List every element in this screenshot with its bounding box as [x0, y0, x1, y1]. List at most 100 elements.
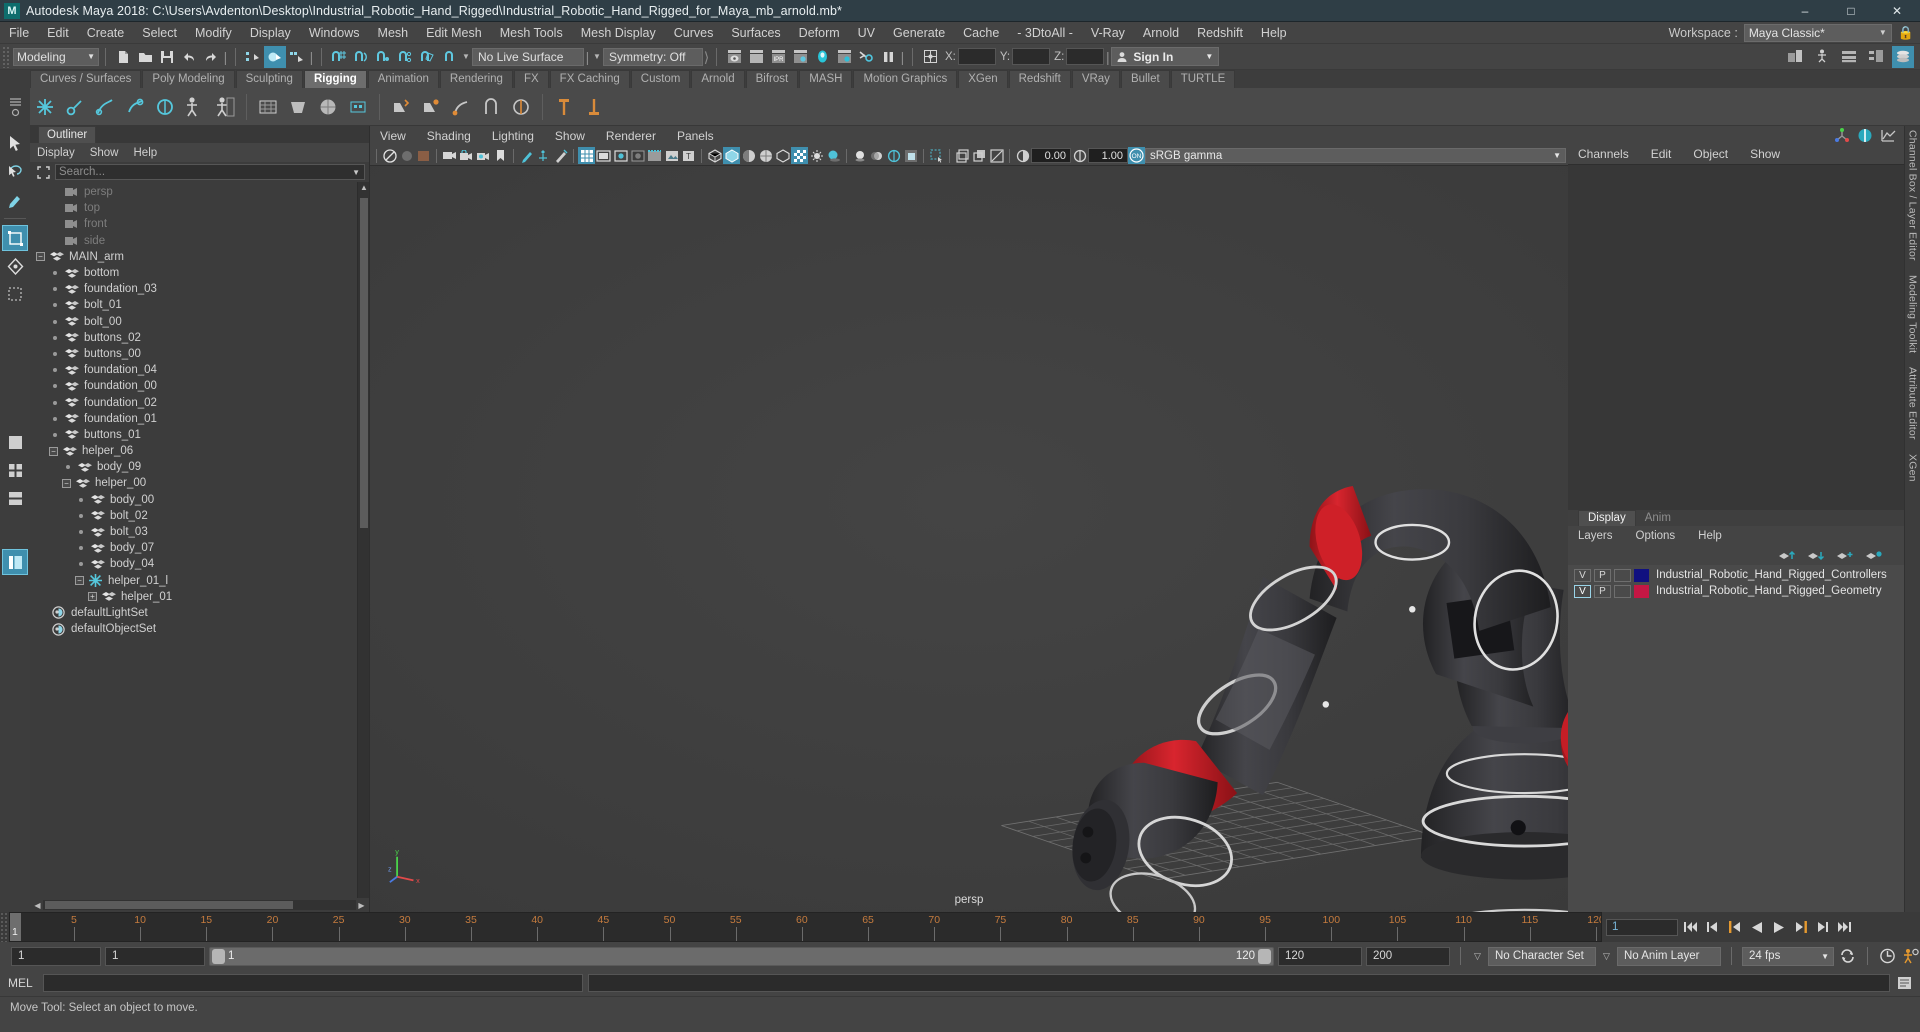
color-space-select[interactable]: sRGB gamma ▼ [1145, 148, 1566, 163]
mel-input-field[interactable] [43, 974, 583, 992]
shadows-icon[interactable] [825, 147, 842, 164]
outliner-item-bolt_01[interactable]: bolt_01 [30, 297, 357, 313]
mel-output-field[interactable] [588, 974, 1890, 992]
modeling-toolkit-panel-icon[interactable] [1784, 46, 1806, 68]
shelf-tab-fx[interactable]: FX [513, 70, 549, 88]
expand-toggle-icon[interactable]: + [88, 592, 97, 602]
menuset-select[interactable]: Modeling ▼ [13, 47, 99, 66]
live-surface-field[interactable]: No Live Surface [472, 47, 584, 66]
open-scene-icon[interactable] [134, 46, 156, 68]
film-gate-icon[interactable] [595, 147, 612, 164]
gamma-field[interactable]: 1.00 [1088, 148, 1128, 163]
play-forwards-icon[interactable] [1769, 918, 1788, 936]
menu-item-uv[interactable]: UV [849, 22, 884, 44]
outliner-horizontal-scrollbar[interactable] [43, 900, 356, 910]
display-layers-icon[interactable] [954, 147, 971, 164]
step-back-keyframe-icon[interactable] [1703, 918, 1722, 936]
channel-menu-show[interactable]: Show [1750, 147, 1780, 161]
coord-x-field[interactable] [957, 48, 996, 65]
menu-item-create[interactable]: Create [78, 22, 134, 44]
menu-item-mesh-display[interactable]: Mesh Display [572, 22, 665, 44]
viewport-menu-shading[interactable]: Shading [427, 129, 471, 143]
multi-sample-aa-icon[interactable] [885, 147, 902, 164]
collapse-toggle-icon[interactable]: − [36, 252, 45, 262]
outliner-tree[interactable]: persp top front side − MAIN_arm bottom foundati… [30, 182, 357, 898]
xray-icon[interactable] [774, 147, 791, 164]
resolution-gate-icon[interactable] [612, 147, 629, 164]
new-layer-from-selected-icon[interactable] [1865, 549, 1882, 562]
shelf-tab-bullet[interactable]: Bullet [1120, 70, 1170, 88]
ik-handle-tool-icon[interactable] [61, 92, 89, 122]
wireframe-shading-icon[interactable] [706, 147, 723, 164]
image-plane-icon[interactable] [415, 147, 432, 164]
add-influence-icon[interactable] [447, 92, 475, 122]
redo-icon[interactable] [200, 46, 222, 68]
vtab-xgen[interactable]: XGen [1907, 454, 1919, 482]
layout-outliner-persp-icon[interactable] [2, 549, 28, 575]
viewport-menu-view[interactable]: View [380, 129, 406, 143]
auto-keyframe-toggle-icon[interactable] [1878, 947, 1897, 965]
snap-to-curve-icon[interactable] [350, 46, 372, 68]
anim-layer-field[interactable]: No Anim Layer [1617, 946, 1721, 966]
shrink-wrap-icon[interactable] [507, 92, 535, 122]
outliner-item-top[interactable]: top [30, 200, 357, 216]
attribute-editor-panel-icon[interactable] [1838, 46, 1860, 68]
hypershade-icon[interactable] [811, 46, 833, 68]
shelf-tab-custom[interactable]: Custom [630, 70, 691, 88]
paint-select-tool-icon[interactable] [2, 186, 28, 212]
step-forward-frame-icon[interactable] [1791, 918, 1810, 936]
lock-camera-icon[interactable] [458, 147, 475, 164]
range-handle-left[interactable] [212, 948, 225, 964]
rotate-tool-icon[interactable] [2, 253, 28, 279]
hud-panel-icon[interactable] [1811, 46, 1833, 68]
shelf-tab-arnold[interactable]: Arnold [691, 70, 745, 88]
toggle-render-settings-icon[interactable] [855, 46, 877, 68]
menu-item-generate[interactable]: Generate [884, 22, 954, 44]
outliner-search-input[interactable]: Search... ▼ [55, 164, 365, 180]
exposure-icon[interactable] [1014, 147, 1031, 164]
select-camera-icon[interactable] [381, 147, 398, 164]
scroll-right-icon[interactable]: ▶ [356, 901, 367, 910]
timeline-track[interactable]: 5 10 15 20 25 30 35 40 45 50 55 60 65 70 75 80 85 90 95 100… [9, 912, 1602, 942]
menu-item-modify[interactable]: Modify [186, 22, 241, 44]
menu-item-arnold[interactable]: Arnold [1134, 22, 1188, 44]
texture-toggle-icon[interactable] [791, 147, 808, 164]
symmetry-field[interactable]: Symmetry: Off [603, 47, 703, 66]
layer-display-type-toggle[interactable] [1614, 584, 1631, 598]
ik-spline-handle-icon[interactable] [91, 92, 119, 122]
sculpt-deformer-icon[interactable] [314, 92, 342, 122]
step-back-frame-icon[interactable] [1725, 918, 1744, 936]
outliner-vertical-scrollbar[interactable]: ▲ [357, 182, 369, 898]
shelf-tab-redshift[interactable]: Redshift [1008, 70, 1071, 88]
keyframe-visibility-icon[interactable] [535, 147, 552, 164]
layer-color-swatch[interactable] [1634, 568, 1649, 582]
layout-four-pane-icon[interactable] [2, 457, 28, 483]
shade-options-icon[interactable] [740, 147, 757, 164]
menu-item-help[interactable]: Help [1252, 22, 1296, 44]
bookmark-sphere-icon[interactable] [398, 147, 415, 164]
scroll-up-icon[interactable]: ▲ [360, 183, 368, 192]
select-tool-icon[interactable] [2, 130, 28, 156]
menu-item-windows[interactable]: Windows [300, 22, 369, 44]
move-layer-up-icon[interactable] [1778, 549, 1795, 562]
chevron-down-icon[interactable]: ▼ [460, 52, 472, 61]
display-layer-row[interactable]: V P Industrial_Robotic_Hand_Rigged_Control… [1568, 567, 1904, 583]
xray-joints-icon[interactable] [971, 147, 988, 164]
human-ik-icon[interactable] [211, 92, 239, 122]
sign-in-button[interactable]: Sign In ▼ [1111, 47, 1220, 66]
tool-settings-panel-icon[interactable] [1865, 46, 1887, 68]
view-image-icon[interactable] [663, 147, 680, 164]
render-view-icon[interactable] [833, 46, 855, 68]
move-tool-icon[interactable] [2, 225, 28, 251]
menu-item-3dtoall[interactable]: - 3DtoAll - [1008, 22, 1082, 44]
layer-menu-help[interactable]: Help [1698, 530, 1722, 542]
toolbar-grip[interactable] [2, 45, 9, 68]
constrain-point-icon[interactable] [580, 92, 608, 122]
timeline-grip[interactable] [0, 912, 9, 942]
paint-effects-icon[interactable] [552, 147, 569, 164]
selection-target-icon[interactable] [34, 164, 52, 180]
snap-to-view-plane-icon[interactable] [416, 46, 438, 68]
snap-to-point-icon[interactable] [372, 46, 394, 68]
snap-to-grid-icon[interactable] [328, 46, 350, 68]
fps-select[interactable]: 24 fps ▼ [1742, 946, 1834, 966]
